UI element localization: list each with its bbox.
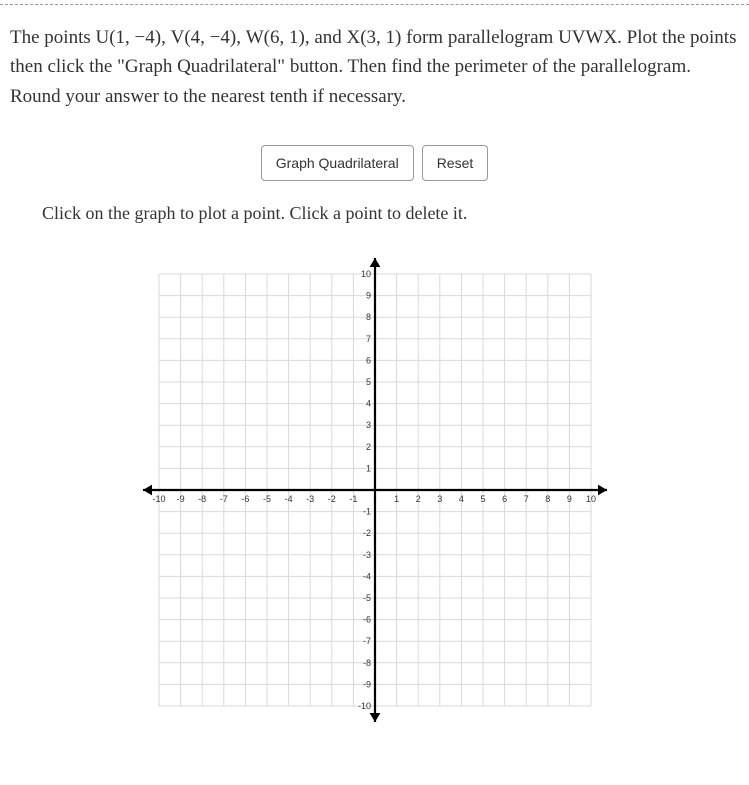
- point-x-label: X: [347, 27, 361, 48]
- point-v-label: V: [171, 27, 185, 48]
- question-text: The points U(1, −4), V(4, −4), W(6, 1), …: [0, 23, 749, 111]
- reset-button[interactable]: Reset: [422, 145, 489, 181]
- point-u-coords: (1, −4): [109, 27, 161, 48]
- graph-quadrilateral-button[interactable]: Graph Quadrilateral: [261, 145, 414, 181]
- point-x-coords: (3, 1): [360, 27, 401, 48]
- point-w-coords: (6, 1): [264, 27, 305, 48]
- plot-area[interactable]: [159, 274, 591, 706]
- button-row: Graph Quadrilateral Reset: [0, 145, 749, 181]
- question-prefix: The points: [10, 27, 96, 48]
- section-divider: [0, 4, 749, 5]
- point-u-label: U: [96, 27, 110, 48]
- point-w-label: W: [246, 27, 264, 48]
- coordinate-plane[interactable]: -10-9-8-7-6-5-4-3-2-112345678910-10-9-8-…: [135, 250, 615, 730]
- plot-instruction: Click on the graph to plot a point. Clic…: [0, 203, 749, 224]
- graph-container: -10-9-8-7-6-5-4-3-2-112345678910-10-9-8-…: [0, 250, 749, 765]
- point-v-coords: (4, −4): [184, 27, 236, 48]
- question-points: U(1, −4), V(4, −4), W(6, 1), and X(3, 1): [96, 27, 402, 48]
